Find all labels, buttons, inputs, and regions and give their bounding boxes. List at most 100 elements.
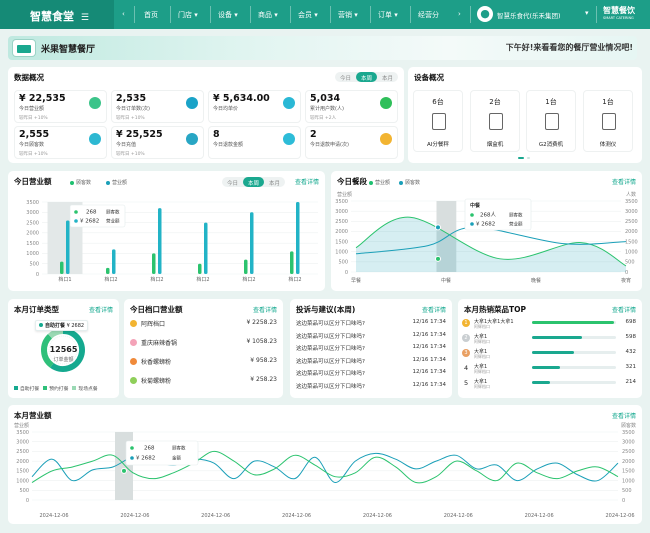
nav-marketing[interactable]: 营销 ▾ <box>338 10 358 20</box>
nav-member[interactable]: 会员 ▾ <box>298 10 318 20</box>
kpi-card[interactable]: 2,555 今日顾客数 较昨日 +10% <box>14 126 107 159</box>
y2-tick-label: 3000 <box>625 209 638 215</box>
tooltip: 268 顾客数 ¥ 2682 金额 <box>125 440 199 466</box>
tooltip-dot <box>74 210 78 214</box>
rank-badge: 3 <box>462 349 470 357</box>
dish-stall: 阿辉档口 <box>474 369 490 374</box>
tooltip-text: ¥ 2682 <box>80 219 99 225</box>
device-card[interactable]: 1台 体测仪 <box>583 90 633 152</box>
section-title: 本月热销菜品TOP <box>464 305 526 314</box>
forward-icon[interactable]: › <box>458 10 461 18</box>
legend-item: 现场点餐 <box>72 385 98 392</box>
nav-device[interactable]: 设备 ▾ <box>218 10 238 20</box>
bar <box>60 261 64 274</box>
y-tick-label: 0 <box>345 270 348 276</box>
section-title: 设备概况 <box>414 73 444 82</box>
tab-month[interactable]: 本月 <box>377 72 398 82</box>
section-title: 今日档口营业额 <box>130 305 183 314</box>
complaint-row[interactable]: 这边菜品可以区分下口味吗? 12/16 17:34 <box>296 357 446 365</box>
dish-count: 598 <box>625 334 637 340</box>
tooltip-text: ¥ 2682 <box>476 222 495 228</box>
brand[interactable]: 智慧食堂 ☰ <box>0 0 114 29</box>
x-tick-label: 档口2 <box>288 276 301 283</box>
nav-business[interactable]: 经营分 <box>418 10 439 20</box>
tooltip-text: 268 <box>144 446 155 452</box>
donut-slice <box>47 328 64 339</box>
y2-tick-label: 2000 <box>622 459 635 465</box>
kpi-card[interactable]: ¥ 25,525 今日充值 较昨日 +10% <box>111 126 204 159</box>
x-tick-label: 2024-12-06 <box>120 513 149 519</box>
y2-tick-label: 1000 <box>625 250 638 256</box>
stall-row[interactable]: 秋香螺蛳粉 ¥ 958.23 <box>130 357 277 366</box>
y-tick-label: 3500 <box>16 430 29 436</box>
complaint-row[interactable]: 这边菜品可以区分下口味吗? 12/16 17:34 <box>296 344 446 352</box>
kpi-card[interactable]: 8 今日退款金额 <box>208 126 301 159</box>
nav-goods[interactable]: 商品 ▾ <box>258 10 278 20</box>
order-type-card: 本月订单类型 查看详情 自助打餐 ¥ 2682 12565 订单金额 自助打餐 … <box>8 299 119 398</box>
dish-count: 214 <box>625 379 637 385</box>
y2-tick-label: 0 <box>622 498 625 504</box>
device-icon <box>489 113 503 130</box>
tooltip-text: 营业额 <box>509 221 523 228</box>
store-icon <box>13 40 35 56</box>
tooltip-text: 顾客数 <box>106 209 120 216</box>
menu-icon[interactable]: ☰ <box>81 13 89 23</box>
kpi-card[interactable]: 2,535 今日订单数(次) 较昨日 +10% <box>111 90 204 123</box>
complaint-row[interactable]: 这边菜品可以区分下口味吗? 12/16 17:34 <box>296 332 446 340</box>
user-name[interactable]: 智慧乐食代(乐禾集团) <box>497 10 561 20</box>
stall-value: ¥ 958.23 <box>250 357 277 364</box>
complaint-row[interactable]: 这边菜品可以区分下口味吗? 12/16 17:34 <box>296 382 446 390</box>
bar <box>66 220 70 274</box>
view-details-link[interactable]: 查看详情 <box>253 305 277 314</box>
device-card[interactable]: 2台 烟盒机 <box>470 90 520 152</box>
y-tick-label: 500 <box>29 262 39 268</box>
legend-item: 预约打餐 <box>43 385 68 392</box>
y-tick-label: 500 <box>19 488 29 494</box>
complaint-row[interactable]: 这边菜品可以区分下口味吗? 12/16 17:34 <box>296 369 446 377</box>
nav-home[interactable]: 首页 <box>144 10 158 20</box>
stall-value: ¥ 1058.23 <box>246 338 277 345</box>
kpi-sub: 较昨日 +10% <box>19 116 48 121</box>
kpi-card[interactable]: ¥ 5,634.00 今日均单价 <box>208 90 301 123</box>
x-tick-label: 档口2 <box>150 276 163 283</box>
y-tick-label: 1500 <box>335 239 348 245</box>
dish-stall: 阿辉档口 <box>474 384 490 389</box>
view-details-link[interactable]: 查看详情 <box>612 305 636 314</box>
tab-today[interactable]: 今日 <box>335 72 356 82</box>
greeting: 下午好!来看看您的餐厅营业情况吧! <box>505 43 633 52</box>
device-card[interactable]: 1台 G2消费机 <box>526 90 576 152</box>
kpi-label: 今日均单价 <box>213 106 239 112</box>
complaint-row[interactable]: 这边菜品可以区分下口味吗? 12/16 17:34 <box>296 319 446 327</box>
y-tick-label: 3500 <box>26 200 39 206</box>
period-tabs: 今日 本周 本月 <box>334 72 398 82</box>
stall-name: 秋香螺蛳粉 <box>130 357 171 366</box>
dish-stall: 阿辉档口 <box>474 354 490 359</box>
nav-store[interactable]: 门店 ▾ <box>178 10 198 20</box>
y-tick-label: 1000 <box>16 478 29 484</box>
kpi-icon <box>89 133 101 145</box>
kpi-card[interactable]: 5,034 累计用户数(人) 较昨日 +2人 <box>305 90 398 123</box>
complaint-text: 这边菜品可以区分下口味吗? <box>296 371 365 377</box>
device-card[interactable]: 6台 AI分餐秤 <box>413 90 463 152</box>
back-icon[interactable]: ‹ <box>122 10 125 18</box>
tab-week[interactable]: 本周 <box>355 72 377 82</box>
rank-badge: 2 <box>462 334 470 342</box>
donut-tooltip: 自助打餐 ¥ 2682 <box>35 320 89 331</box>
carousel-indicator[interactable] <box>527 157 530 159</box>
avatar[interactable]: ● <box>477 6 493 22</box>
y-tick-label: 1500 <box>16 469 29 475</box>
nav-orders[interactable]: 订单 ▾ <box>378 10 398 20</box>
stall-row[interactable]: 重庆麻辣香锅 ¥ 1058.23 <box>130 338 277 347</box>
y2-tick-label: 2500 <box>625 219 638 225</box>
stall-row[interactable]: 阿辉档口 ¥ 2258.23 <box>130 319 277 328</box>
kpi-card[interactable]: 2 今日退款申请(次) <box>305 126 398 159</box>
kpi-card[interactable]: ¥ 22,535 今日营业额 较昨日 +10% <box>14 90 107 123</box>
complaint-time: 12/16 17:34 <box>412 331 446 338</box>
rank-badge: 1 <box>462 319 470 327</box>
complaint-text: 这边菜品可以区分下口味吗? <box>296 321 365 327</box>
kpi-value: ¥ 25,525 <box>116 129 163 140</box>
view-details-link[interactable]: 查看详情 <box>422 305 446 314</box>
stall-row[interactable]: 秋菊螺蛳粉 ¥ 258.23 <box>130 376 277 385</box>
carousel-indicator[interactable] <box>518 157 524 159</box>
user-dropdown-icon[interactable]: ▾ <box>585 9 589 17</box>
